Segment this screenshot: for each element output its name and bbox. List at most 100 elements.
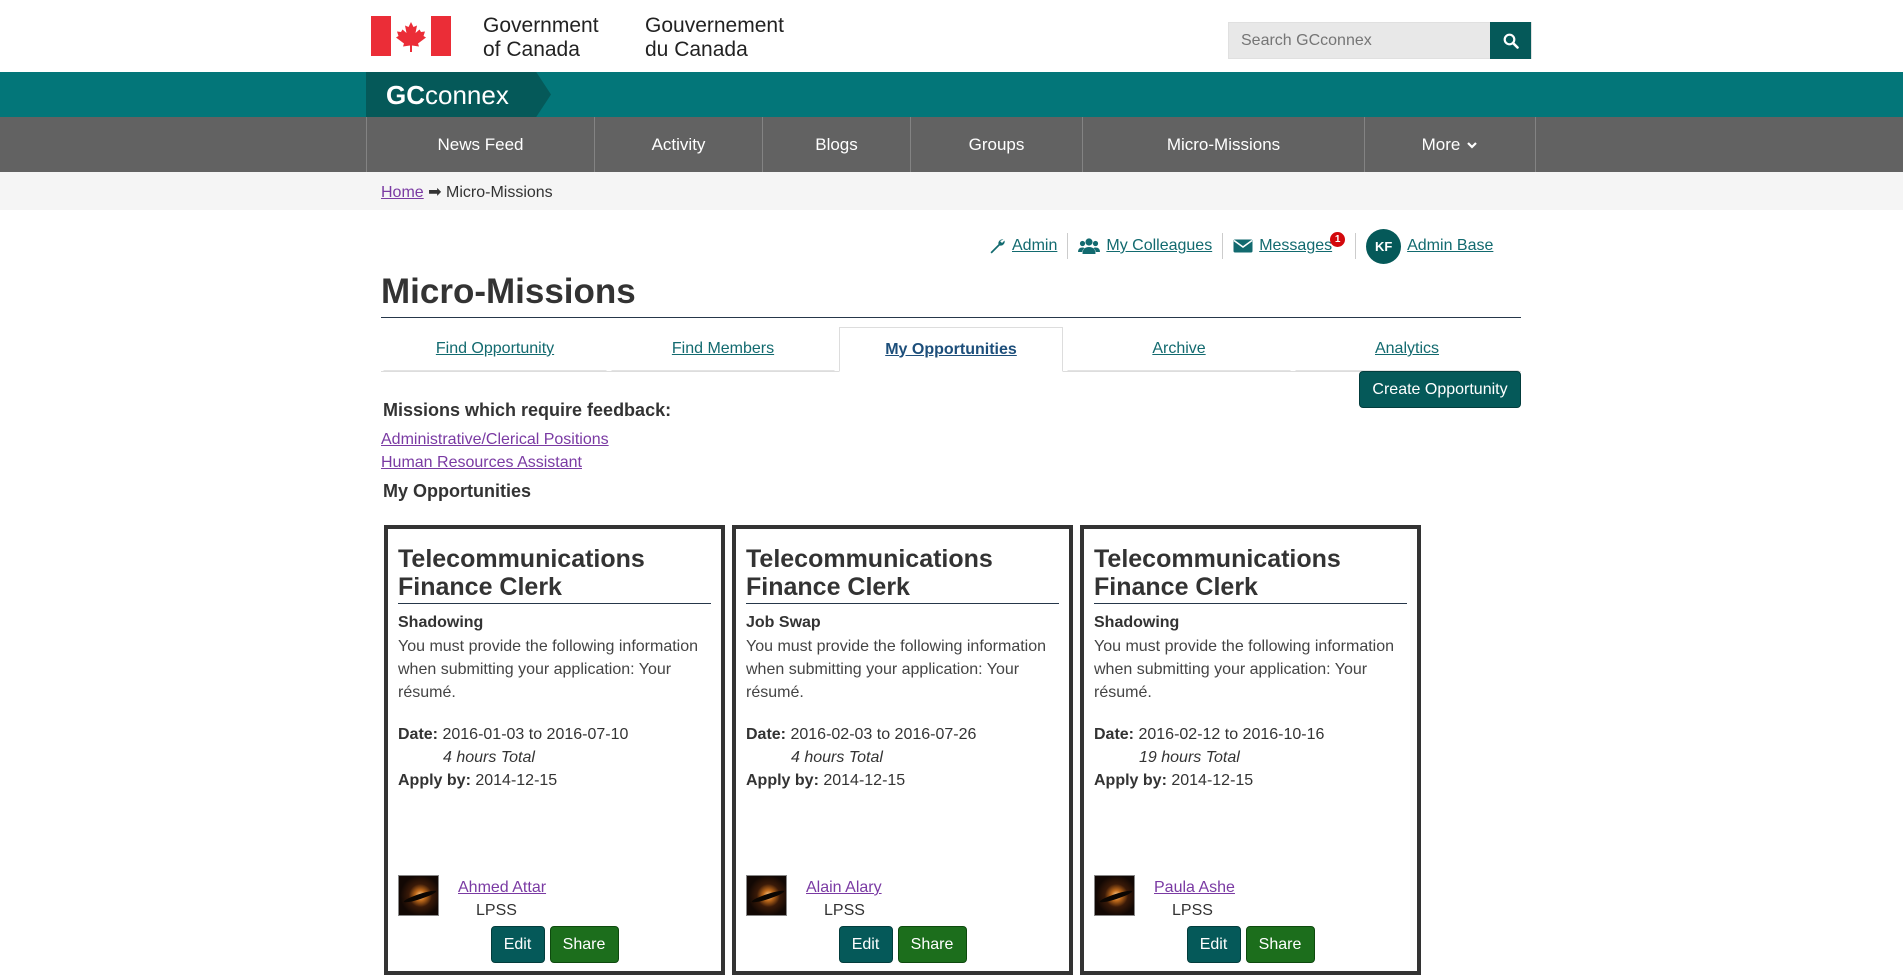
opportunity-card: Telecommunications Finance Clerk Shadowi… (1080, 525, 1421, 975)
owner-department: LPSS (1172, 902, 1213, 919)
opportunity-card: Telecommunications Finance Clerk Shadowi… (384, 525, 725, 975)
profile-menu-item[interactable]: KF Admin Base (1356, 228, 1503, 264)
government-of-canada-en[interactable]: Government of Canada (483, 14, 599, 62)
profile-link[interactable]: Admin Base (1407, 237, 1493, 255)
nav-label: News Feed (437, 134, 524, 154)
gouvernement-du-canada-fr[interactable]: Gouvernement du Canada (645, 14, 784, 62)
card-title[interactable]: Telecommunications Finance Clerk (746, 545, 1059, 604)
colleagues-link[interactable]: My Colleagues (1106, 237, 1212, 255)
owner-department: LPSS (476, 902, 517, 919)
messages-link[interactable]: Messages (1259, 237, 1332, 255)
gov-en-line1: Government (483, 14, 599, 37)
edit-button[interactable]: Edit (838, 926, 893, 963)
search-button[interactable] (1490, 22, 1531, 59)
nav-item-blogs[interactable]: Blogs (762, 117, 910, 172)
my-opportunities-heading: My Opportunities (383, 481, 531, 501)
gov-fr-line1: Gouvernement (645, 14, 784, 37)
date-value: 2016-01-03 to 2016-07-10 (442, 726, 629, 743)
card-hours: 4 hours Total (791, 749, 883, 766)
card-hours: 19 hours Total (1139, 749, 1240, 766)
card-actions: Edit Share (1084, 926, 1417, 963)
card-apply-by: Apply by: 2014-12-15 (746, 772, 905, 790)
apply-label: Apply by: (746, 772, 819, 789)
apply-value: 2014-12-15 (1171, 772, 1254, 789)
tab-label: Archive (1152, 340, 1206, 357)
breadcrumb-home-link[interactable]: Home (381, 184, 424, 201)
card-apply-by: Apply by: 2014-12-15 (398, 772, 557, 790)
tab-my-opportunities[interactable]: My Opportunities (839, 327, 1063, 372)
envelope-icon (1233, 239, 1253, 253)
card-actions: Edit Share (736, 926, 1069, 963)
admin-link[interactable]: Admin (1012, 237, 1057, 255)
card-description: You must provide the following informati… (398, 638, 699, 701)
nav-label: Groups (968, 134, 1025, 154)
opportunity-card: Telecommunications Finance Clerk Job Swa… (732, 525, 1073, 975)
owner-link[interactable]: Ahmed Attar (458, 879, 546, 897)
date-label: Date: (1094, 726, 1135, 743)
feedback-link-hr-assistant[interactable]: Human Resources Assistant (381, 454, 582, 472)
card-title[interactable]: Telecommunications Finance Clerk (398, 545, 711, 604)
nav-item-groups[interactable]: Groups (910, 117, 1082, 172)
tab-analytics[interactable]: Analytics (1295, 327, 1519, 371)
gov-en-line2: of Canada (483, 38, 580, 61)
nav-item-activity[interactable]: Activity (594, 117, 762, 172)
card-apply-by: Apply by: 2014-12-15 (1094, 772, 1253, 790)
gov-fr-line2: du Canada (645, 38, 748, 61)
user-menu: Admin My Colleagues Messages 1 KF Admin … (978, 228, 1503, 264)
tab-find-members[interactable]: Find Members (611, 327, 835, 371)
colleagues-menu-item[interactable]: My Colleagues (1068, 233, 1224, 259)
brand-band (0, 72, 1903, 117)
gcconnex-logo[interactable]: GCconnex (386, 80, 509, 110)
share-button[interactable]: Share (1245, 926, 1315, 963)
wrench-icon (990, 239, 1005, 254)
owner-link[interactable]: Paula Ashe (1154, 879, 1235, 897)
date-label: Date: (746, 726, 787, 743)
breadcrumb-current: Micro-Missions (446, 184, 553, 201)
tab-archive[interactable]: Archive (1067, 327, 1291, 371)
tab-label: Find Members (671, 340, 775, 357)
canada-flag-icon[interactable] (371, 16, 451, 56)
card-type: Shadowing (1094, 614, 1180, 631)
card-hours: 4 hours Total (443, 749, 535, 766)
site-header: Government of Canada Gouvernement du Can… (0, 0, 1903, 72)
messages-menu-item[interactable]: Messages 1 (1223, 231, 1357, 259)
nav-item-micro-missions[interactable]: Micro-Missions (1082, 117, 1364, 172)
date-value: 2016-02-03 to 2016-07-26 (790, 726, 977, 743)
card-type: Shadowing (398, 614, 484, 631)
card-actions: Edit Share (388, 926, 721, 963)
messages-count-badge: 1 (1330, 231, 1346, 247)
breadcrumb-arrow-icon: ➡ (428, 184, 442, 201)
title-divider (381, 317, 1521, 318)
nav-item-more[interactable]: More (1364, 117, 1536, 172)
owner-link[interactable]: Alain Alary (806, 879, 882, 897)
card-description: You must provide the following informati… (1094, 638, 1395, 701)
nav-label: Micro-Missions (1166, 134, 1281, 154)
avatar[interactable]: KF (1366, 228, 1402, 264)
nav-label: More (1421, 134, 1461, 154)
nav-label: Blogs (815, 134, 858, 154)
tab-list: Find Opportunity Find Members My Opportu… (381, 327, 1521, 372)
date-label: Date: (398, 726, 439, 743)
owner-avatar[interactable] (746, 875, 787, 916)
tab-label: Analytics (1374, 340, 1440, 357)
card-title[interactable]: Telecommunications Finance Clerk (1094, 545, 1407, 604)
edit-button[interactable]: Edit (490, 926, 545, 963)
admin-menu-item[interactable]: Admin (978, 233, 1069, 259)
card-date: Date: 2016-01-03 to 2016-07-10 (398, 726, 628, 744)
share-button[interactable]: Share (549, 926, 619, 963)
create-opportunity-button[interactable]: Create Opportunity (1359, 371, 1521, 408)
card-description: You must provide the following informati… (746, 638, 1047, 701)
brand-bold: GC (386, 80, 425, 110)
chevron-down-icon (1467, 141, 1478, 149)
owner-avatar[interactable] (1094, 875, 1135, 916)
nav-item-news-feed[interactable]: News Feed (366, 117, 594, 172)
search-icon (1503, 33, 1519, 49)
share-button[interactable]: Share (897, 926, 967, 963)
tab-find-opportunity[interactable]: Find Opportunity (383, 327, 607, 371)
owner-avatar[interactable] (398, 875, 439, 916)
breadcrumb-bar (0, 172, 1903, 210)
edit-button[interactable]: Edit (1186, 926, 1241, 963)
feedback-link-administrative[interactable]: Administrative/Clerical Positions (381, 431, 609, 449)
feedback-heading: Missions which require feedback: (383, 400, 672, 420)
search-input[interactable] (1228, 22, 1532, 59)
